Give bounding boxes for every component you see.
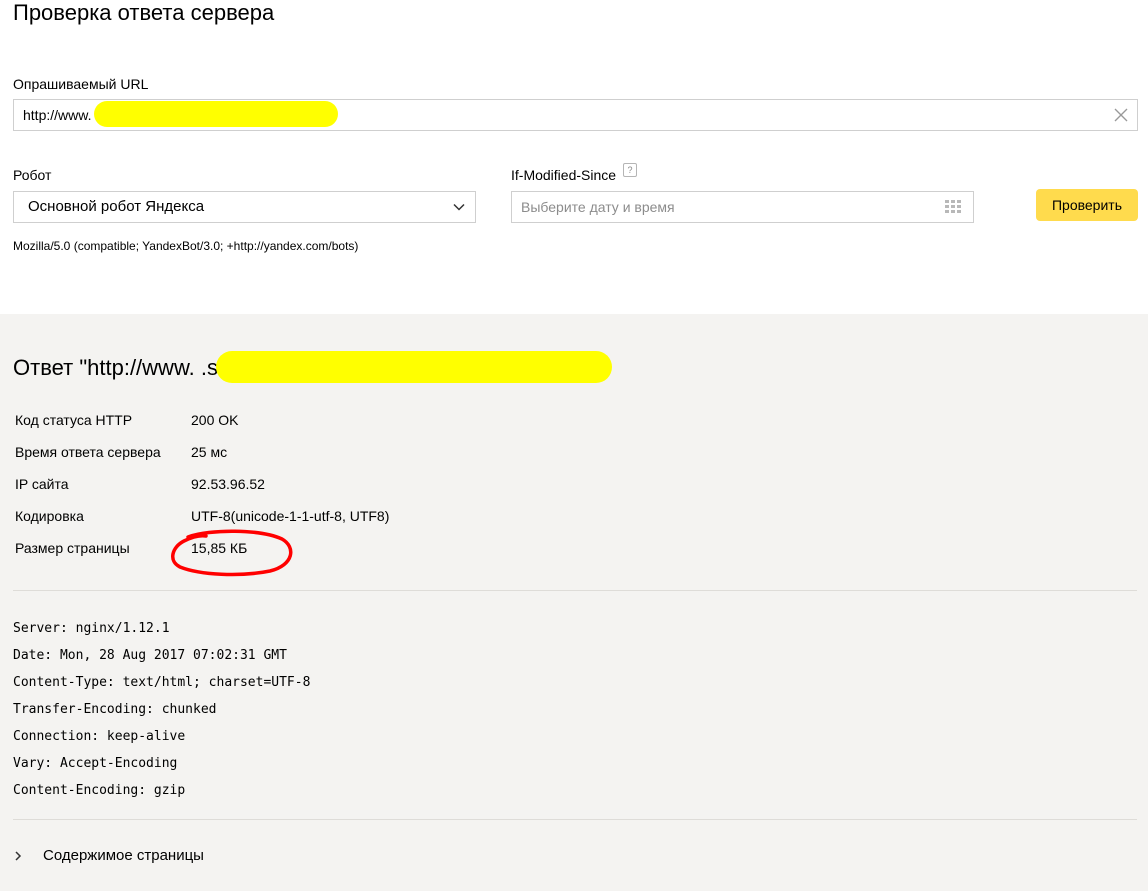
check-form: Проверка ответа сервера Опрашиваемый URL… — [0, 0, 1148, 314]
header-line: Server: nginx/1.12.1 — [13, 621, 170, 636]
info-value: 200 OK — [191, 412, 239, 428]
info-value: 25 мс — [191, 444, 228, 460]
divider — [13, 819, 1137, 820]
close-icon[interactable] — [1113, 107, 1129, 123]
header-line: Content-Encoding: gzip — [13, 783, 186, 798]
divider — [13, 590, 1137, 591]
info-key: Кодировка — [15, 508, 84, 524]
info-key: Время ответа сервера — [15, 444, 161, 460]
chevron-right-icon — [15, 851, 22, 861]
redaction-mark — [94, 101, 338, 127]
result-section: Ответ "http://www. .shtml" → Основной ро… — [0, 314, 1148, 891]
info-key: Размер страницы — [15, 540, 130, 556]
info-value: 15,85 КБ — [191, 540, 248, 556]
robot-label: Робот — [13, 167, 52, 183]
info-key: Код статуса HTTP — [15, 412, 133, 428]
page-title: Проверка ответа сервера — [13, 0, 275, 25]
info-key: IP сайта — [15, 476, 69, 492]
date-field — [511, 191, 974, 223]
help-icon[interactable]: ? — [623, 163, 637, 177]
calendar-icon[interactable] — [945, 200, 961, 214]
header-line: Vary: Accept-Encoding — [13, 756, 178, 771]
info-value: UTF-8(unicode-1-1-utf-8, UTF8) — [191, 508, 390, 524]
chevron-down-icon — [453, 203, 465, 211]
if-modified-since-label: If-Modified-Since — [511, 167, 617, 183]
check-button[interactable]: Проверить — [1036, 189, 1138, 221]
user-agent-string: Mozilla/5.0 (compatible; YandexBot/3.0; … — [13, 239, 359, 253]
date-input[interactable] — [512, 192, 932, 222]
redaction-mark — [216, 351, 612, 383]
info-value: 92.53.96.52 — [191, 476, 265, 492]
url-label: Опрашиваемый URL — [13, 76, 149, 92]
response-headers: Server: nginx/1.12.1 Date: Mon, 28 Aug 2… — [13, 615, 310, 804]
page-content-label: Содержимое страницы — [43, 847, 204, 864]
header-line: Transfer-Encoding: chunked — [13, 702, 217, 717]
robot-selected-value: Основной робот Яндекса — [28, 198, 205, 215]
robot-select[interactable]: Основной робот Яндекса — [13, 191, 476, 223]
header-line: Content-Type: text/html; charset=UTF-8 — [13, 675, 311, 690]
header-line: Connection: keep-alive — [13, 729, 186, 744]
header-line: Date: Mon, 28 Aug 2017 07:02:31 GMT — [13, 648, 287, 663]
